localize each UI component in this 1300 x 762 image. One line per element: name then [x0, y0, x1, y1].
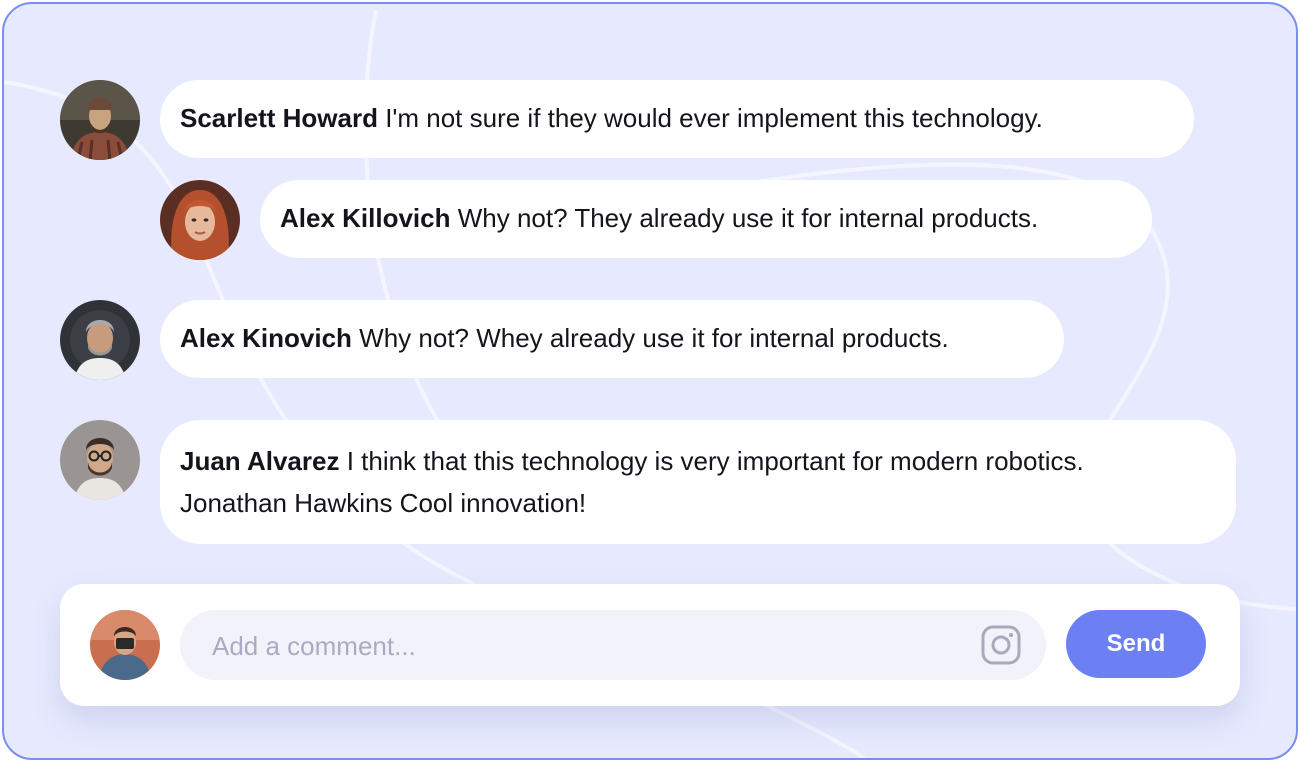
comment-text: I'm not sure if they would ever implemen…: [385, 103, 1043, 133]
comments-panel: Scarlett Howard I'm not sure if they wou…: [2, 2, 1298, 760]
comment-text-line2: Jonathan Hawkins Cool innovation!: [180, 488, 587, 518]
comment-author[interactable]: Juan Alvarez: [180, 446, 339, 476]
avatar-man-glasses-beard: [60, 420, 140, 500]
avatar-woman-red-hair: [160, 180, 240, 260]
comment-author[interactable]: Scarlett Howard: [180, 103, 378, 133]
avatar-current-user: [90, 610, 160, 680]
comment-text: I think that this technology is very imp…: [346, 446, 1084, 476]
comment-bubble: Juan Alvarez I think that this technolog…: [160, 420, 1236, 544]
comment-input-container: [180, 610, 1046, 682]
avatar[interactable]: [160, 180, 240, 260]
avatar-man-gray-hair-beard: [60, 300, 140, 380]
instagram-icon[interactable]: [980, 624, 1022, 666]
avatar[interactable]: [60, 300, 140, 380]
comment-bubble: Alex Kinovich Why not? Whey already use …: [160, 300, 1064, 378]
comment-composer: Send: [60, 584, 1240, 706]
current-user-avatar[interactable]: [90, 610, 160, 680]
avatar-man-beanie-plaid-shirt: [60, 80, 140, 160]
comment-input[interactable]: [210, 610, 974, 682]
comment-text: Why not? They already use it for interna…: [457, 203, 1039, 233]
comment-bubble: Scarlett Howard I'm not sure if they wou…: [160, 80, 1194, 158]
comment-text: Why not? Whey already use it for interna…: [359, 323, 949, 353]
avatar[interactable]: [60, 420, 140, 500]
send-button[interactable]: Send: [1066, 610, 1206, 678]
comment-bubble: Alex Killovich Why not? They already use…: [260, 180, 1152, 258]
avatar[interactable]: [60, 80, 140, 160]
comment-author[interactable]: Alex Killovich: [280, 203, 451, 233]
comment-author[interactable]: Alex Kinovich: [180, 323, 352, 353]
